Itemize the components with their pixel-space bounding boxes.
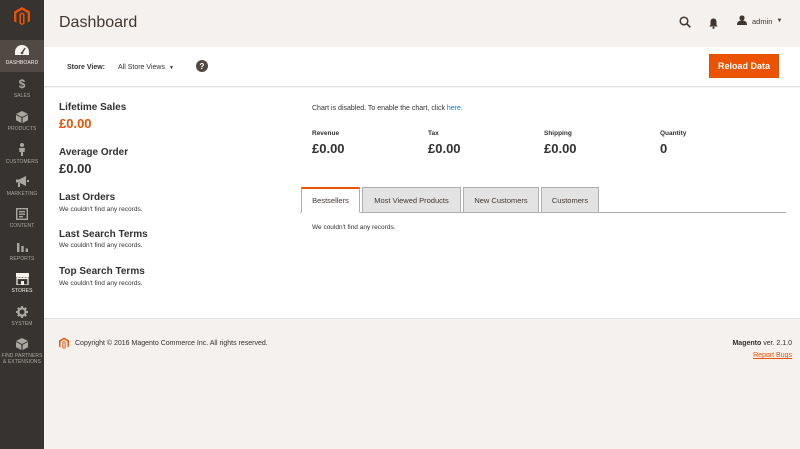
- sidebar-item-label: Reports: [9, 256, 35, 262]
- sidebar-item-dashboard[interactable]: Dashboard: [0, 40, 44, 72]
- bell-icon[interactable]: [709, 16, 718, 34]
- sidebar-item-sales[interactable]: $ Sales: [0, 73, 44, 105]
- chevron-down-icon: ▼: [776, 18, 783, 24]
- sidebar-item-label: Dashboard: [5, 60, 39, 66]
- magento-footer-logo-icon: [59, 337, 69, 355]
- megaphone-icon: [15, 175, 29, 188]
- quantity-value: 0: [660, 141, 668, 156]
- enable-chart-link[interactable]: here: [447, 105, 461, 112]
- gear-icon: [15, 305, 29, 318]
- tab-bestsellers[interactable]: Bestsellers: [301, 187, 360, 213]
- chart-message-suffix: .: [460, 105, 463, 112]
- store-view-label: Store View:: [67, 64, 105, 71]
- page-title: Dashboard: [59, 14, 138, 31]
- sidebar-item-marketing[interactable]: Marketing: [0, 171, 44, 203]
- sidebar-item-find-partners[interactable]: Find Partners & Extensions: [0, 333, 44, 369]
- person-icon: [15, 143, 29, 156]
- sidebar-item-label: Content: [9, 223, 35, 229]
- revenue-label: Revenue: [312, 130, 340, 137]
- version-brand: Magento: [732, 340, 762, 347]
- store-view-value: All Store Views: [118, 64, 165, 71]
- lifetime-sales-value: £0.00: [59, 116, 92, 131]
- sidebar-item-label: Products: [7, 126, 37, 132]
- extensions-icon: [15, 337, 29, 350]
- version-text: Magento ver. 2.1.0: [732, 340, 792, 347]
- sidebar-item-customers[interactable]: Customers: [0, 139, 44, 171]
- chart-disabled-message: Chart is disabled. To enable the chart, …: [312, 105, 463, 112]
- lifetime-sales-title: Lifetime Sales: [59, 102, 127, 113]
- content-icon: [15, 207, 29, 220]
- tab-most-viewed-products[interactable]: Most Viewed Products: [362, 187, 461, 213]
- dollar-icon: $: [18, 76, 26, 91]
- top-search-terms-empty-note: We couldn't find any records.: [59, 280, 143, 287]
- report-bugs-link[interactable]: Report Bugs: [753, 352, 792, 359]
- magento-logo-icon[interactable]: [0, 0, 44, 33]
- sidebar-item-label: Marketing: [6, 191, 38, 197]
- last-search-terms-title: Last Search Terms: [59, 229, 148, 240]
- store-view-dropdown[interactable]: All Store Views ▼: [118, 64, 174, 71]
- dashboard-icon: [15, 44, 29, 57]
- bar-chart-icon: [15, 240, 29, 253]
- help-icon[interactable]: ?: [196, 60, 208, 72]
- user-menu[interactable]: admin ▼: [737, 15, 782, 27]
- tax-value: £0.00: [428, 141, 461, 156]
- shipping-value: £0.00: [544, 141, 577, 156]
- average-order-value: £0.00: [59, 161, 92, 176]
- admin-sidebar: Dashboard $ Sales Products Customers Mar…: [0, 0, 44, 449]
- tab-empty-note: We couldn't find any records.: [312, 224, 396, 231]
- version-number: ver. 2.1.0: [761, 340, 792, 347]
- chart-message-text: Chart is disabled. To enable the chart, …: [312, 105, 447, 112]
- copyright-text: Copyright © 2016 Magento Commerce Inc. A…: [75, 340, 268, 347]
- last-orders-empty-note: We couldn't find any records.: [59, 206, 143, 213]
- box-icon: [15, 110, 29, 123]
- sidebar-item-content[interactable]: Content: [0, 203, 44, 235]
- reload-data-button[interactable]: Reload Data: [709, 54, 779, 78]
- tab-customers[interactable]: Customers: [541, 187, 599, 213]
- sidebar-item-reports[interactable]: Reports: [0, 236, 44, 268]
- sidebar-item-label: System: [11, 321, 33, 327]
- average-order-title: Average Order: [59, 147, 129, 158]
- search-icon[interactable]: [679, 15, 691, 33]
- sidebar-item-label: Find Partners & Extensions: [1, 353, 43, 365]
- top-search-terms-title: Top Search Terms: [59, 266, 145, 277]
- tax-label: Tax: [428, 130, 439, 137]
- sidebar-item-system[interactable]: System: [0, 301, 44, 333]
- sidebar-item-label: Sales: [13, 93, 31, 99]
- last-orders-title: Last Orders: [59, 192, 116, 203]
- sidebar-item-label: Customers: [5, 159, 39, 165]
- footer-divider: [44, 318, 800, 319]
- last-search-terms-empty-note: We couldn't find any records.: [59, 242, 143, 249]
- user-icon: [737, 15, 747, 27]
- chevron-down-icon: ▼: [168, 65, 174, 71]
- store-icon: [15, 272, 29, 285]
- revenue-value: £0.00: [312, 141, 345, 156]
- user-name: admin: [752, 16, 773, 26]
- shipping-label: Shipping: [544, 130, 572, 137]
- sidebar-item-stores[interactable]: Stores: [0, 268, 44, 300]
- sidebar-item-label: Stores: [11, 288, 33, 294]
- quantity-label: Quantity: [660, 130, 687, 137]
- sidebar-item-products[interactable]: Products: [0, 106, 44, 138]
- tab-new-customers[interactable]: New Customers: [463, 187, 539, 213]
